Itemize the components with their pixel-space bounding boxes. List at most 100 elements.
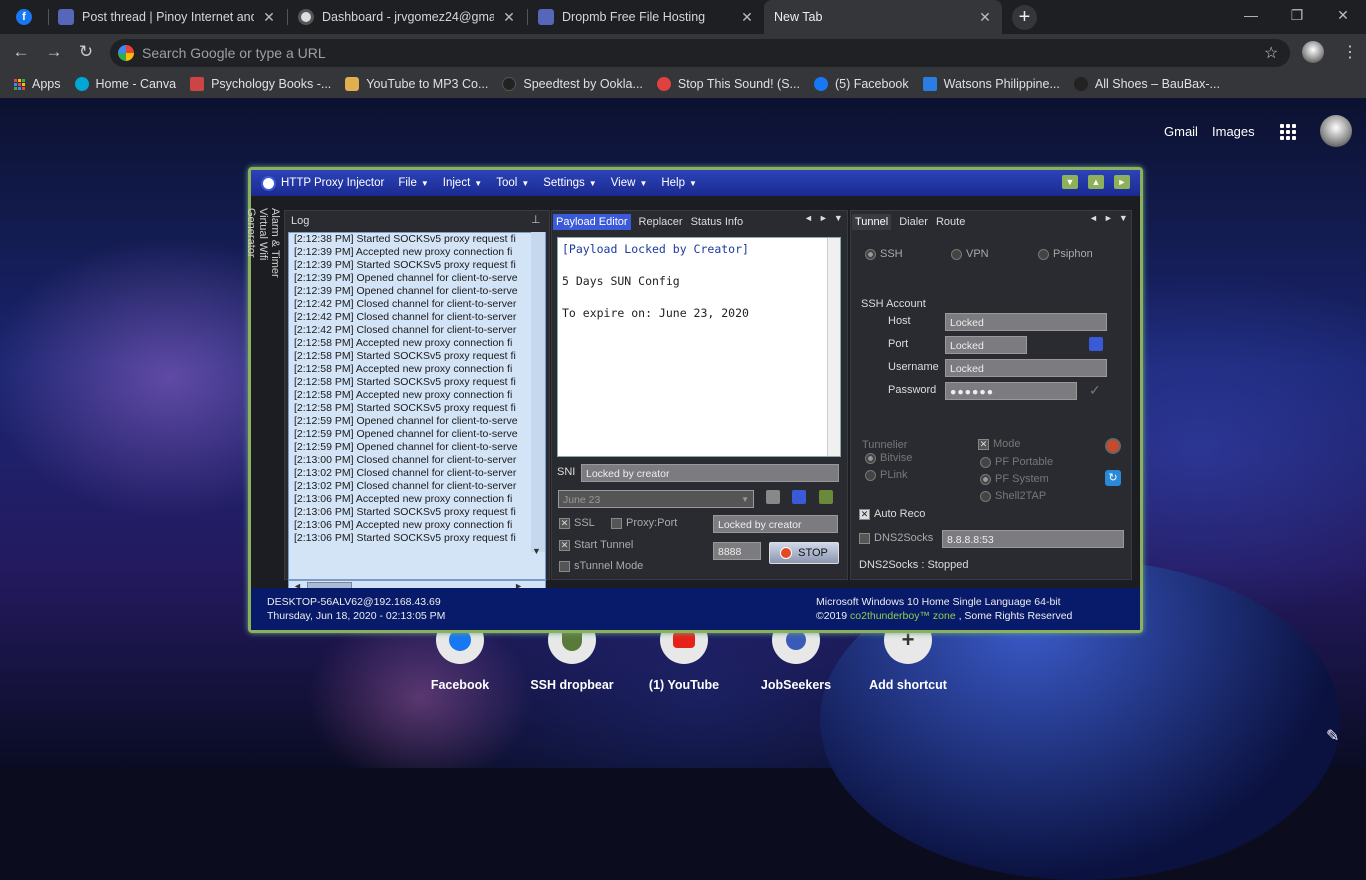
log-vertical-scrollbar[interactable] [531, 232, 545, 552]
save-icon[interactable] [1089, 337, 1103, 351]
plink-radio[interactable]: PLink [865, 469, 908, 481]
start-tunnel-checkbox[interactable]: ✕ Start Tunnel [559, 539, 633, 551]
bitvise-radio[interactable]: Bitvise [865, 452, 912, 464]
username-field[interactable]: Locked [945, 359, 1107, 377]
tab-payload-editor[interactable]: Payload Editor [553, 214, 631, 230]
tab-dialer[interactable]: Dialer [899, 216, 928, 228]
new-tab-button[interactable]: + [1012, 5, 1037, 30]
bookmark-label: All Shoes – BauBax-... [1094, 77, 1220, 91]
username-label: Username [888, 361, 939, 373]
tab-post-thread[interactable]: Post thread | Pinoy Internet and T ✕ [48, 0, 286, 34]
mode-ssh-radio[interactable]: SSH [865, 248, 903, 260]
pf-portable-radio[interactable]: PF Portable [980, 456, 1053, 468]
auto-reco-checkbox[interactable]: ✕ Auto Reco [859, 508, 925, 520]
facebook-pinned-tab[interactable]: f [0, 0, 48, 34]
bookmark-canva[interactable]: Home - Canva [74, 77, 176, 91]
minimize-arrow-icon[interactable]: ▼ [1062, 175, 1078, 189]
star-icon[interactable]: ☆ [1264, 43, 1278, 63]
close-arrow-icon[interactable]: ► [1114, 175, 1130, 189]
pin-icon[interactable]: ⊥ [531, 213, 541, 226]
forward-arrow-icon[interactable]: → [44, 42, 64, 62]
tab-status-info[interactable]: Status Info [691, 216, 744, 228]
mode-psiphon-radio[interactable]: Psiphon [1038, 248, 1093, 260]
close-icon[interactable]: ✕ [502, 9, 516, 26]
menu-tool[interactable]: Tool ▼ [496, 177, 529, 189]
tab-nav-arrows[interactable]: ◄►▼ [1089, 213, 1134, 223]
close-icon[interactable]: ✕ [740, 9, 754, 26]
stunnel-checkbox[interactable]: sTunnel Mode [559, 560, 643, 572]
images-link[interactable]: Images [1212, 124, 1255, 139]
back-arrow-icon[interactable]: ← [11, 42, 31, 62]
settings-gear-icon[interactable] [1105, 438, 1121, 454]
pf-system-radio[interactable]: PF System [980, 473, 1049, 485]
side-tab-virtual-wifi[interactable]: Virtual Wifi [257, 208, 269, 394]
proxyport-checkbox[interactable]: Proxy:Port [611, 517, 677, 529]
close-icon[interactable]: ✕ [262, 9, 276, 26]
account-avatar[interactable] [1320, 115, 1352, 147]
gmail-link[interactable]: Gmail [1164, 124, 1198, 139]
side-tab-generator[interactable]: Generator [245, 208, 257, 394]
tab-dropmb[interactable]: Dropmb Free File Hosting ✕ [528, 0, 764, 34]
address-bar[interactable]: Search Google or type a URL [110, 39, 1290, 67]
trash-icon[interactable] [819, 490, 833, 504]
tab-nav-arrows[interactable]: ◄►▼ [804, 213, 849, 223]
google-apps-icon[interactable] [1280, 124, 1296, 140]
bookmark-youtube-mp3[interactable]: YouTube to MP3 Co... [345, 77, 488, 91]
bookmark-baubax[interactable]: All Shoes – BauBax-... [1073, 77, 1220, 91]
dns-field[interactable]: 8.8.8.8:53 [942, 530, 1124, 548]
port-input[interactable]: Locked [945, 336, 1027, 354]
port-field[interactable]: 8888 [713, 542, 761, 560]
bookmark-watsons[interactable]: Watsons Philippine... [922, 77, 1060, 91]
mode-vpn-radio[interactable]: VPN [951, 248, 989, 260]
date-select[interactable]: June 23 ▼ [558, 490, 754, 508]
payload-scrollbar[interactable] [827, 238, 840, 456]
payload-editor[interactable]: [Payload Locked by Creator] 5 Days SUN C… [557, 237, 841, 457]
menu-inject[interactable]: Inject ▼ [443, 177, 482, 189]
tab-tunnel[interactable]: Tunnel [852, 214, 892, 230]
mode-checkbox[interactable]: ✕ Mode [978, 438, 1021, 450]
close-window-button[interactable]: ✕ [1320, 0, 1366, 30]
ssl-checkbox[interactable]: ✕ SSL [559, 517, 595, 529]
sni-field[interactable]: Locked by creator [581, 464, 839, 482]
menu-dots-icon[interactable]: ⋮ [1342, 42, 1358, 62]
refresh-icon[interactable]: ↻ [1105, 470, 1121, 486]
menu-file[interactable]: File ▼ [398, 177, 428, 189]
proxy-field[interactable]: Locked by creator [713, 515, 838, 533]
dns2socks-checkbox[interactable]: DNS2Socks [859, 532, 933, 544]
password-field[interactable]: ●●●●●● [945, 382, 1077, 400]
menu-settings[interactable]: Settings ▼ [543, 177, 596, 189]
bookmark-stop-this-sound[interactable]: Stop This Sound! (S... [656, 77, 800, 91]
chevron-down-icon: ▼ [639, 178, 648, 188]
customize-pencil-icon[interactable]: ✎ [1326, 726, 1339, 746]
side-tab-alarm-timer[interactable]: Alarm & Timer [269, 208, 281, 394]
save-icon[interactable] [792, 490, 806, 504]
host-field[interactable]: Locked [945, 313, 1107, 331]
restore-arrow-icon[interactable]: ▲ [1088, 175, 1104, 189]
checkmark-icon[interactable]: ✓ [1089, 382, 1101, 399]
log-list[interactable]: [2:12:38 PM] Started SOCKSv5 proxy reque… [288, 232, 546, 580]
menu-help[interactable]: Help ▼ [661, 177, 697, 189]
maximize-button[interactable]: ❐ [1274, 0, 1320, 30]
reload-icon[interactable]: ↻ [76, 42, 96, 62]
payload-line: To expire on: June 23, 2020 [562, 306, 749, 320]
injector-logo-icon [261, 175, 276, 191]
bookmark-speedtest[interactable]: Speedtest by Ookla... [502, 77, 643, 91]
dns-status: DNS2Socks : Stopped [859, 559, 969, 571]
brand-link[interactable]: co2thunderboy™ zone [850, 610, 956, 622]
minimize-button[interactable]: — [1228, 0, 1274, 30]
close-icon[interactable]: ✕ [978, 9, 992, 26]
tab-dashboard[interactable]: Dashboard - jrvgomez24@gmail ✕ [288, 0, 526, 34]
stop-button[interactable]: STOP [769, 542, 839, 564]
bookmark-apps[interactable]: Apps [14, 77, 61, 91]
tab-replacer[interactable]: Replacer [639, 216, 683, 228]
menu-view[interactable]: View ▼ [611, 177, 648, 189]
log-title: Log [291, 215, 310, 227]
profile-avatar[interactable] [1302, 41, 1324, 63]
shell2tap-radio[interactable]: Shell2TAP [980, 490, 1046, 502]
bookmark-facebook[interactable]: (5) Facebook [813, 77, 909, 91]
tab-new-tab[interactable]: New Tab ✕ [764, 0, 1002, 34]
document-icon[interactable] [766, 490, 780, 504]
scroll-down-icon[interactable]: ▼ [532, 546, 541, 556]
bookmark-psychology-books[interactable]: Psychology Books -... [190, 77, 331, 91]
tab-route[interactable]: Route [936, 216, 965, 228]
